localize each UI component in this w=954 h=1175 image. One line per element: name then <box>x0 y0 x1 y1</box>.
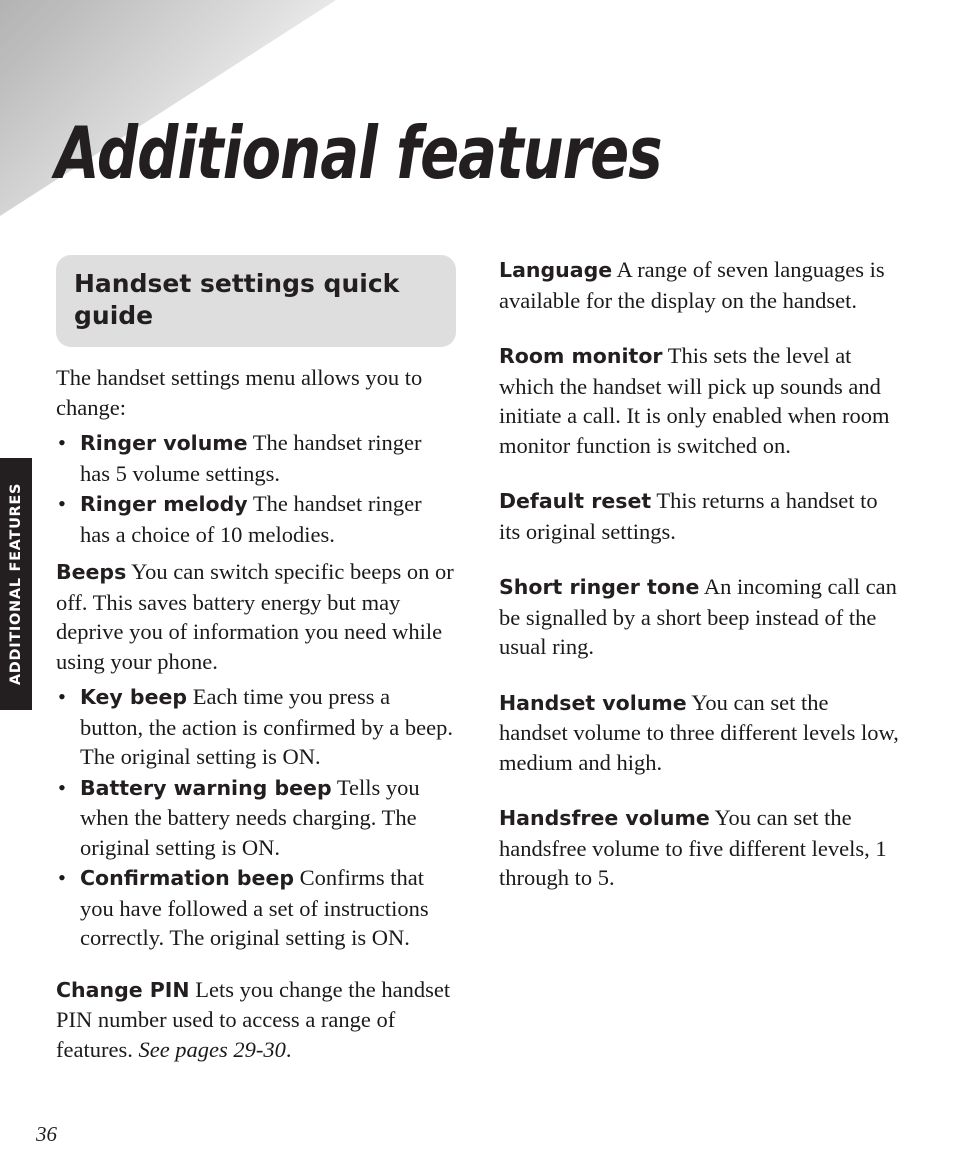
settings-bullet-list: • Ringer volume The handset ringer has 5 … <box>56 428 456 549</box>
entry-lead: Room monitor <box>499 344 663 368</box>
entry-lead: Handsfree volume <box>499 806 710 830</box>
entry-lead: Short ringer tone <box>499 575 700 599</box>
entry-handsfree-volume: Handsfree volume You can set the handsfr… <box>499 803 899 893</box>
beeps-paragraph: Beeps You can switch specific beeps on o… <box>56 557 456 676</box>
bullet-icon: • <box>58 865 66 890</box>
bullet-icon: • <box>58 684 66 709</box>
section-tab-label: ADDITIONAL FEATURES <box>8 482 24 686</box>
entry-lead: Default reset <box>499 489 652 513</box>
change-pin-paragraph: Change PIN Lets you change the handset P… <box>56 975 456 1065</box>
list-item: • Ringer volume The handset ringer has 5 … <box>56 428 456 488</box>
section-heading-text: Handset settings quick guide <box>74 269 400 330</box>
intro-paragraph: The handset settings menu allows you to … <box>56 365 423 420</box>
entry-room-monitor: Room monitor This sets the level at whic… <box>499 341 899 460</box>
entry-default-reset: Default reset This returns a handset to … <box>499 486 899 546</box>
change-pin-trailing: . <box>285 1036 292 1062</box>
bullet-lead: Key beep <box>80 685 188 709</box>
page-number: 36 <box>36 1122 57 1146</box>
bullet-lead: Battery warning beep <box>80 775 332 800</box>
beeps-bullet-list: • Key beep Each time you press a button, … <box>56 682 456 953</box>
beeps-lead: Beeps <box>56 560 127 584</box>
list-item: • Confirmation beep Confirms that you hav… <box>56 863 456 953</box>
change-pin-lead: Change PIN <box>56 977 190 1002</box>
bullet-icon: • <box>58 774 66 800</box>
bullet-icon: • <box>58 491 66 516</box>
entry-short-ringer-tone: Short ringer tone An incoming call can b… <box>499 572 899 662</box>
entry-language: Language A range of seven languages is a… <box>499 255 899 315</box>
left-column: Handset settings quick guide The handset… <box>56 255 456 1090</box>
entry-lead: Language <box>499 258 613 282</box>
list-item: • Ringer melody The handset ringer has a … <box>56 489 456 549</box>
right-column: Language A range of seven languages is a… <box>499 255 899 919</box>
entry-handset-volume: Handset volume You can set the handset v… <box>499 688 899 778</box>
list-item: • Key beep Each time you press a button, … <box>56 682 456 772</box>
bullet-icon: • <box>58 430 66 455</box>
bullet-lead: Ringer melody <box>80 492 248 516</box>
change-pin-reference: See pages 29-30 <box>138 1036 286 1062</box>
list-item: • Battery warning beep Tells you when the… <box>56 773 456 863</box>
section-heading-plate: Handset settings quick guide <box>56 255 456 347</box>
bullet-lead: Confirmation beep <box>80 866 295 890</box>
section-tab: ADDITIONAL FEATURES <box>0 458 32 710</box>
bullet-lead: Ringer volume <box>80 431 248 455</box>
page-title: Additional features <box>55 111 663 196</box>
entry-lead: Handset volume <box>499 690 687 715</box>
